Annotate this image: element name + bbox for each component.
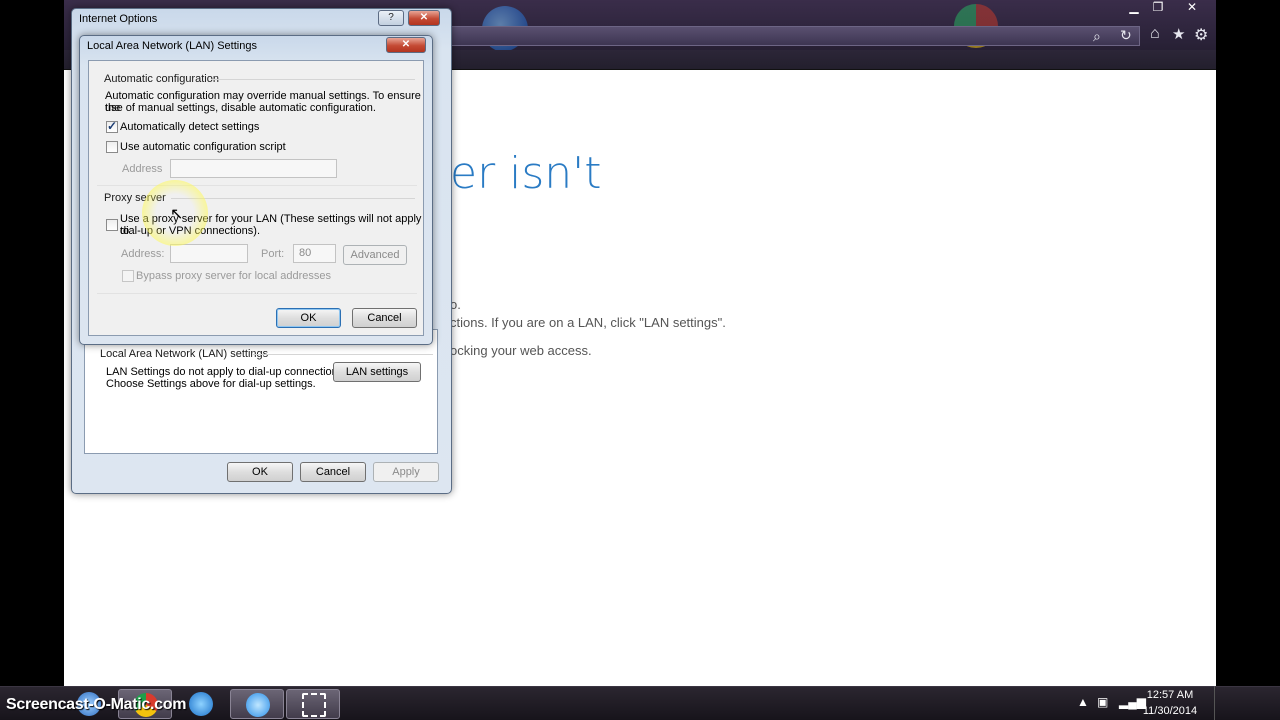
cancel-button[interactable]: Cancel xyxy=(300,462,366,482)
page-text-line: ctions. If you are on a LAN, click "LAN … xyxy=(450,315,726,330)
close-icon[interactable]: ✕ xyxy=(386,37,426,53)
divider xyxy=(211,79,415,80)
apply-button[interactable]: Apply xyxy=(373,462,439,482)
lan-dialog-body: Automatic configuration Automatic config… xyxy=(88,60,424,336)
auto-config-description: use of manual settings, disable automati… xyxy=(105,102,376,114)
lan-settings-dialog: Local Area Network (LAN) Settings ✕ Auto… xyxy=(79,35,433,345)
dialog-title: Internet Options xyxy=(79,13,158,25)
search-icon[interactable]: ⌕ xyxy=(1093,28,1101,45)
ok-button[interactable]: OK xyxy=(227,462,293,482)
lan-settings-button[interactable]: LAN settings xyxy=(333,362,421,382)
divider xyxy=(97,185,417,186)
lan-section-label: Local Area Network (LAN) settings xyxy=(100,348,269,360)
help-icon[interactable]: ? xyxy=(378,10,404,26)
script-address-input[interactable] xyxy=(170,159,337,178)
show-desktop-button[interactable] xyxy=(1214,686,1280,720)
gear-icon[interactable]: ⚙ xyxy=(1194,25,1208,45)
bypass-local-checkbox[interactable] xyxy=(122,270,134,282)
ok-button[interactable]: OK xyxy=(276,308,341,328)
advanced-button[interactable]: Advanced xyxy=(343,245,407,265)
use-proxy-checkbox[interactable] xyxy=(106,219,118,231)
close-icon[interactable]: ✕ xyxy=(408,10,440,26)
auto-config-label: Automatic configuration xyxy=(104,73,219,85)
divider xyxy=(97,293,417,294)
port-input[interactable]: 80 xyxy=(293,244,336,263)
divider xyxy=(171,198,415,199)
ie-icon xyxy=(189,692,213,716)
connections-tab-panel: Local Area Network (LAN) settings LAN Se… xyxy=(84,329,438,454)
port-label: Port: xyxy=(261,248,285,260)
use-script-checkbox[interactable] xyxy=(106,141,118,153)
script-address-label: Address xyxy=(122,163,163,175)
snipping-tool-icon xyxy=(302,693,326,717)
proxy-address-input[interactable] xyxy=(170,244,248,263)
mouse-cursor-icon: ↖ xyxy=(170,206,184,223)
ie-icon xyxy=(246,693,270,717)
lan-note: Choose Settings above for dial-up settin… xyxy=(106,378,316,390)
bypass-local-label: Bypass proxy server for local addresses xyxy=(136,270,332,282)
divider xyxy=(253,354,433,355)
refresh-icon[interactable]: ↻ xyxy=(1120,27,1132,44)
close-icon[interactable]: ✕ xyxy=(1180,0,1204,14)
page-title: er isn't xyxy=(450,148,602,199)
show-hidden-icons-icon[interactable]: ▲ xyxy=(1077,695,1089,709)
clock-date[interactable]: 11/30/2014 xyxy=(1135,705,1205,717)
cancel-button[interactable]: Cancel xyxy=(352,308,417,328)
use-script-label: Use automatic configuration script xyxy=(120,141,286,153)
dialog-titlebar: Local Area Network (LAN) Settings xyxy=(80,36,432,60)
favorites-star-icon[interactable]: ★ xyxy=(1172,25,1185,43)
dialog-title: Local Area Network (LAN) Settings xyxy=(87,40,257,52)
network-devices-icon[interactable]: ▣ xyxy=(1097,695,1108,709)
taskbar-snipping[interactable] xyxy=(286,689,340,719)
clock-time[interactable]: 12:57 AM xyxy=(1135,689,1205,701)
home-icon[interactable]: ⌂ xyxy=(1150,25,1160,43)
taskbar-internet-explorer[interactable] xyxy=(230,689,284,719)
minimize-icon[interactable]: ▁ xyxy=(1122,0,1146,14)
address-bar[interactable] xyxy=(424,26,1140,46)
auto-detect-label: Automatically detect settings xyxy=(120,121,260,133)
proxy-address-label: Address: xyxy=(121,248,165,260)
watermark: Screencast-O-Matic.com xyxy=(6,696,187,713)
lan-note: LAN Settings do not apply to dial-up con… xyxy=(106,366,347,378)
restore-icon[interactable]: ❐ xyxy=(1146,0,1170,14)
page-text-line: ocking your web access. xyxy=(450,343,592,358)
auto-detect-checkbox[interactable] xyxy=(106,119,118,133)
